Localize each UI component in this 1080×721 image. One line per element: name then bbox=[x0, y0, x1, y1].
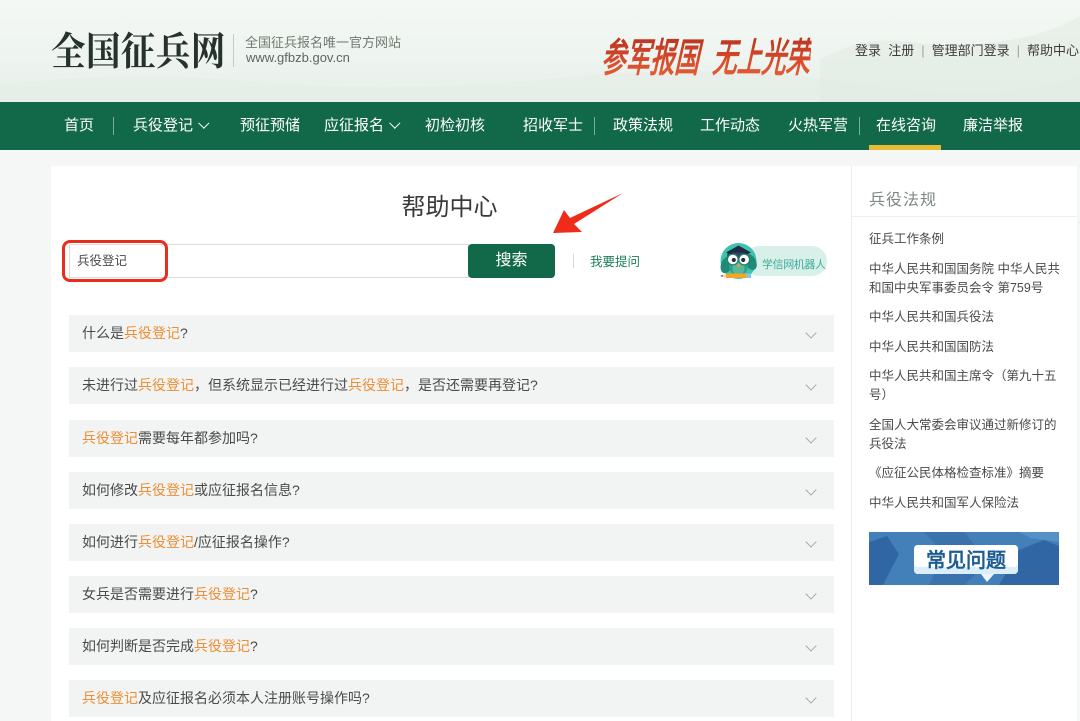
svg-text:常见问题: 常见问题 bbox=[926, 549, 1007, 572]
